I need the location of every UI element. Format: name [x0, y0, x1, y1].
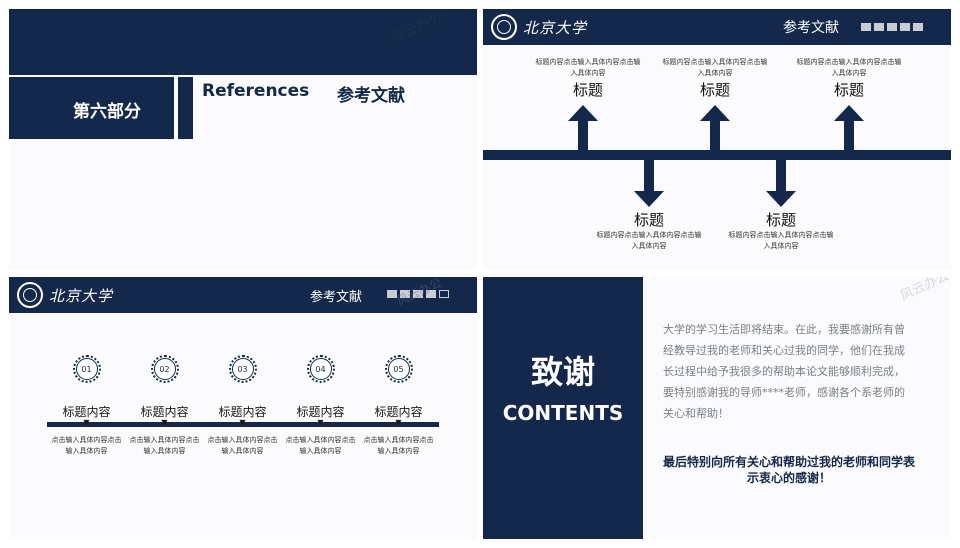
step-body: 点击输入具体内容点击输入具体内容	[51, 436, 122, 455]
down-triangle-icon: ▼	[83, 418, 90, 427]
slide-acknowledgement: 致谢 CONTENTS 风云办公 大学的学习生活即将结束。在此，我要感谢所有曾经…	[483, 277, 951, 539]
part-box: 第六部分	[9, 77, 174, 139]
item-top-3: 标题内容点击输入具体内容点击输入具体内容 标题	[794, 57, 904, 100]
item-title: 标题	[833, 81, 864, 99]
down-triangle-icon: ▼	[395, 418, 402, 427]
step-2: 02 标题内容 ▼ 点击输入具体内容点击输入具体内容	[127, 355, 202, 457]
number-badge: 05	[384, 355, 413, 383]
thanks-paragraph: 大学的学习生活即将结束。在此，我要感谢所有曾经教导过我的老师和关心过我的同学，他…	[663, 323, 905, 420]
item-title: 标题	[633, 211, 664, 229]
header-bar: 北京大学 参考文献 风云办公	[9, 277, 477, 313]
watermark: 风云办公	[898, 277, 951, 305]
references-en: References	[202, 81, 310, 101]
thanks-title-en: CONTENTS	[502, 401, 624, 425]
step-5: 05 标题内容 ▼ 点击输入具体内容点击输入具体内容	[361, 355, 436, 457]
part-label: 第六部分	[73, 102, 141, 122]
item-top-1: 标题内容点击输入具体内容点击输入具体内容 标题	[533, 57, 643, 100]
step-body: 点击输入具体内容点击输入具体内容	[363, 436, 434, 455]
item-title: 标题	[699, 81, 730, 99]
item-body: 标题内容点击输入具体内容点击输入具体内容	[596, 231, 702, 250]
closing-statement: 最后特别向所有关心和帮助过我的老师和同学表示衷心的感谢！	[662, 455, 915, 485]
down-triangle-icon: ▼	[239, 418, 246, 427]
step-body: 点击输入具体内容点击输入具体内容	[129, 436, 200, 455]
step-1: 01 标题内容 ▼ 点击输入具体内容点击输入具体内容	[49, 355, 124, 457]
timeline-arrows	[483, 105, 951, 207]
item-title: 标题	[572, 81, 603, 99]
number-badge: 01	[72, 355, 101, 383]
thanks-title-cn: 致谢	[530, 353, 595, 391]
slide-numbered-steps: 北京大学 参考文献 风云办公 01 标题内容 ▼ 点击输入具体内容点击输入具体内…	[9, 277, 477, 539]
step-body: 点击输入具体内容点击输入具体内容	[285, 436, 356, 455]
item-body: 标题内容点击输入具体内容点击输入具体内容	[796, 58, 902, 77]
accent-bar	[178, 77, 193, 139]
university-logo: 北京大学	[17, 281, 127, 309]
item-bottom-2: 标题 标题内容点击输入具体内容点击输入具体内容	[726, 209, 836, 252]
item-bottom-1: 标题 标题内容点击输入具体内容点击输入具体内容	[594, 209, 704, 252]
seal-icon	[17, 282, 43, 308]
item-body: 标题内容点击输入具体内容点击输入具体内容	[728, 231, 834, 250]
left-panel: 致谢 CONTENTS	[483, 277, 643, 539]
down-triangle-icon: ▼	[161, 418, 168, 427]
item-top-2: 标题内容点击输入具体内容点击输入具体内容 标题	[660, 57, 770, 100]
step-body: 点击输入具体内容点击输入具体内容	[207, 436, 278, 455]
number-badge: 02	[150, 355, 179, 383]
down-triangle-icon: ▼	[317, 418, 324, 427]
item-body: 标题内容点击输入具体内容点击输入具体内容	[535, 58, 641, 77]
header-title: 参考文献	[310, 290, 363, 305]
step-4: 04 标题内容 ▼ 点击输入具体内容点击输入具体内容	[283, 355, 358, 457]
step-3: 03 标题内容 ▼ 点击输入具体内容点击输入具体内容	[205, 355, 280, 457]
number-badge: 03	[228, 355, 257, 383]
slide-timeline-arrows: 北京大学 参考文献 标题内容点击输入具体内容点击输入具体内容 标题 标题内容点击…	[483, 9, 951, 270]
slide-section-title: 风云办公 第六部分 References 参考文献	[9, 9, 477, 270]
item-title: 标题	[765, 211, 796, 229]
references-cn: 参考文献	[337, 86, 405, 106]
number-badge: 04	[306, 355, 335, 383]
logo-text: 北京大学	[49, 286, 114, 305]
item-body: 标题内容点击输入具体内容点击输入具体内容	[662, 58, 768, 77]
